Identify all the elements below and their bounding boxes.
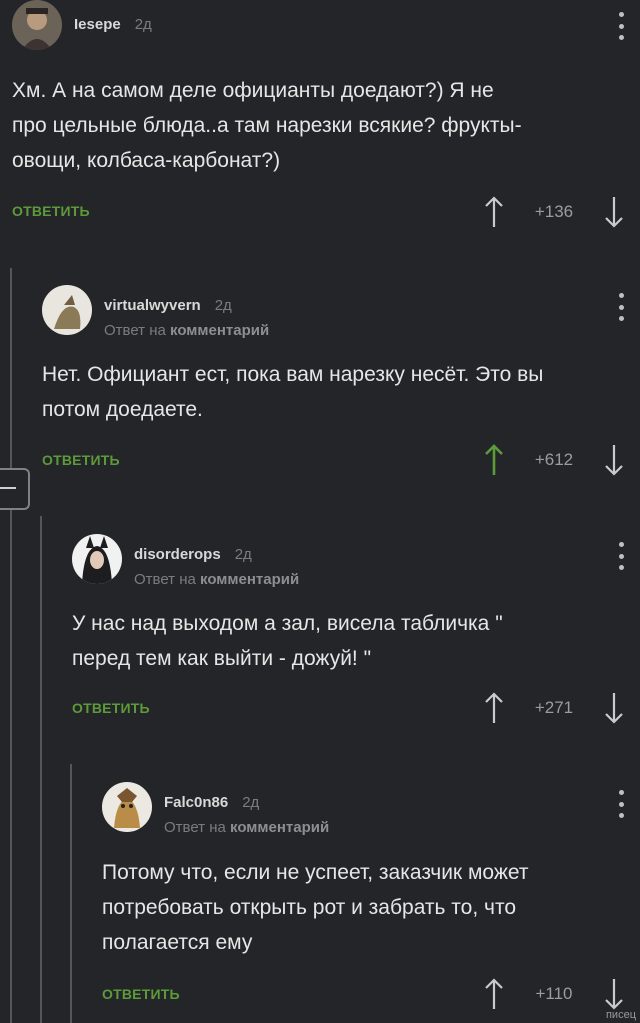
comment-line: потребовать открыть рот и забрать то, чт… [102, 896, 517, 919]
comment-header: Iesepe 2д [12, 0, 640, 60]
avatar[interactable] [42, 285, 92, 335]
comment-line: У нас над выходом а зал, висела табличка… [72, 612, 503, 635]
comment-author[interactable]: virtualwyvern 2д [104, 297, 232, 314]
arrow-up-icon[interactable] [484, 691, 504, 725]
comment-author[interactable]: Falc0n86 2д [164, 794, 259, 811]
kebab-menu-icon[interactable] [618, 12, 624, 40]
comment-line: про цельные блюда..а там нарезки всякие?… [12, 114, 522, 137]
kebab-menu-icon[interactable] [618, 790, 624, 818]
comment-time: 2д [242, 794, 260, 811]
comment-header: virtualwyvern 2д Ответ на комментарий [42, 285, 640, 345]
thread-line-level-2 [40, 516, 42, 1023]
comment-text: Потому что, если не успеет, заказчик мож… [102, 855, 528, 960]
reply-to-prefix: Ответ на [104, 322, 166, 339]
thread-line-level-3 [70, 764, 72, 1023]
comment-time: 2д [214, 297, 232, 314]
vote-controls: +612 [484, 443, 624, 477]
watermark: писец [605, 1009, 636, 1021]
author-name[interactable]: Iesepe [74, 16, 121, 33]
reply-to: Ответ на комментарий [104, 322, 269, 339]
arrow-up-icon[interactable] [484, 195, 504, 229]
kebab-menu-icon[interactable] [618, 542, 624, 570]
arrow-down-icon[interactable] [604, 691, 624, 725]
reply-to-prefix: Ответ на [164, 819, 226, 836]
comment-line: Хм. А на самом деле официанты доедают?) … [12, 79, 494, 102]
thread-line-level-1-lower [10, 508, 12, 1023]
comment-line: полагается ему [102, 931, 253, 954]
avatar[interactable] [12, 0, 62, 50]
vote-score: +136 [534, 202, 574, 221]
collapse-thread-button[interactable] [0, 468, 30, 510]
comment: Falc0n86 2д Ответ на комментарий Потому ч… [102, 782, 640, 1023]
vote-score: +612 [534, 450, 574, 469]
arrow-down-icon[interactable] [604, 977, 624, 1011]
kebab-menu-icon[interactable] [618, 293, 624, 321]
comment-text: У нас над выходом а зал, висела табличка… [72, 606, 503, 676]
comment: Iesepe 2д Хм. А на самом деле официанты д… [12, 0, 640, 250]
comment-line: перед тем как выйти - дожуй! " [72, 647, 372, 670]
reply-to-link[interactable]: комментарий [230, 819, 329, 836]
author-name[interactable]: virtualwyvern [104, 297, 201, 314]
comment: disorderops 2д Ответ на комментарий У нас… [72, 534, 640, 734]
comment-line: овощи, колбаса-карбонат?) [12, 149, 281, 172]
comment: virtualwyvern 2д Ответ на комментарий Нет… [42, 285, 640, 485]
comment-author[interactable]: disorderops 2д [134, 546, 252, 563]
vote-score: +271 [534, 698, 574, 717]
arrow-up-icon[interactable] [484, 977, 504, 1011]
reply-button[interactable]: ОТВЕТИТЬ [72, 700, 150, 716]
vote-score: +110 [535, 984, 573, 1003]
reply-button[interactable]: ОТВЕТИТЬ [12, 203, 90, 219]
comment-text: Хм. А на самом деле официанты доедают?) … [12, 73, 522, 178]
reply-button[interactable]: ОТВЕТИТЬ [102, 986, 180, 1002]
comment-header: disorderops 2д Ответ на комментарий [72, 534, 640, 594]
thread-line-level-1 [10, 268, 12, 468]
comment-line: потом доедаете. [42, 398, 203, 421]
comment-author[interactable]: Iesepe 2д [74, 16, 152, 33]
collapse-minus-icon [0, 487, 16, 489]
reply-button[interactable]: ОТВЕТИТЬ [42, 452, 120, 468]
comment-time: 2д [134, 16, 152, 33]
reply-to-link[interactable]: комментарий [170, 322, 269, 339]
comment-line: Нет. Официант ест, пока вам нарезку несё… [42, 363, 544, 386]
arrow-down-icon[interactable] [604, 443, 624, 477]
vote-controls: +136 [484, 195, 624, 229]
reply-to-prefix: Ответ на [134, 571, 196, 588]
reply-to: Ответ на комментарий [134, 571, 299, 588]
comment-text: Нет. Официант ест, пока вам нарезку несё… [42, 357, 543, 427]
arrow-down-icon[interactable] [604, 195, 624, 229]
comment-time: 2д [234, 546, 252, 563]
author-name[interactable]: disorderops [134, 546, 221, 563]
author-name[interactable]: Falc0n86 [164, 794, 228, 811]
vote-controls: +271 [484, 691, 624, 725]
avatar[interactable] [72, 534, 122, 584]
avatar[interactable] [102, 782, 152, 832]
arrow-up-icon[interactable] [484, 443, 504, 477]
comment-line: Потому что, если не успеет, заказчик мож… [102, 861, 529, 884]
vote-controls: +110 [484, 977, 624, 1011]
reply-to: Ответ на комментарий [164, 819, 329, 836]
comment-header: Falc0n86 2д Ответ на комментарий [102, 782, 640, 842]
reply-to-link[interactable]: комментарий [200, 571, 299, 588]
